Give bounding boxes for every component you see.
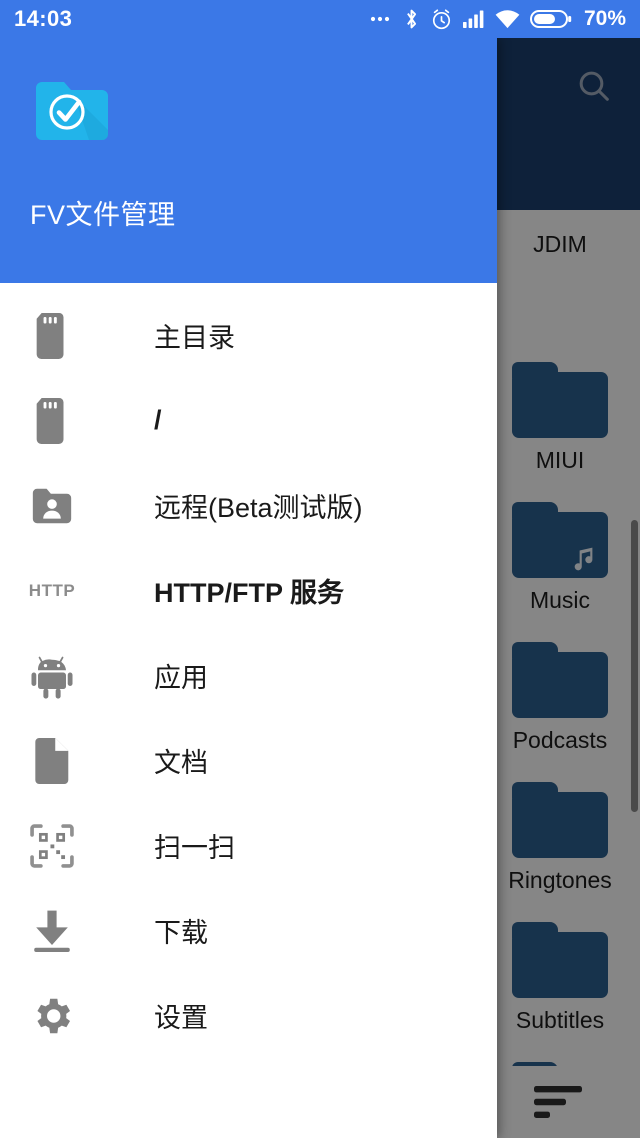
more-dots-icon <box>369 14 393 24</box>
android-robot-icon <box>28 652 76 700</box>
battery-icon <box>529 8 572 30</box>
sidebar-item-http-ftp[interactable]: HTTP HTTP/FTP 服务 <box>0 548 497 633</box>
folder-item[interactable]: Music <box>480 494 640 634</box>
folder-label: Podcasts <box>512 727 608 753</box>
folder-user-icon <box>28 482 76 530</box>
folder-item[interactable]: Podcasts <box>480 634 640 774</box>
http-text-icon: HTTP <box>28 580 76 600</box>
gear-icon <box>28 992 76 1040</box>
status-bar-clock: 14:03 <box>14 6 73 31</box>
sidebar-item-settings[interactable]: 设置 <box>0 973 497 1058</box>
sidebar-item-label: / <box>154 405 162 435</box>
vertical-scrollbar[interactable] <box>631 520 638 812</box>
sidebar-item-home-directory[interactable]: 主目录 <box>0 293 497 378</box>
signal-icon <box>462 9 485 29</box>
sidebar-item-label: HTTP/FTP 服务 <box>154 578 345 608</box>
sidebar-item-label: 主目录 <box>154 323 235 353</box>
status-bar-icons: 70% <box>369 7 626 31</box>
folder-icon <box>512 782 608 858</box>
status-bar: 14:03 70% <box>0 0 640 38</box>
document-icon <box>28 737 76 785</box>
folder-label: Music <box>529 587 591 613</box>
folder-item[interactable]: Subtitles <box>480 914 640 1054</box>
alarm-icon <box>430 8 453 31</box>
folder-icon <box>512 922 608 998</box>
folder-label: JDIM <box>533 231 587 257</box>
drawer-header: FV文件管理 <box>0 38 497 283</box>
sdcard-icon <box>28 312 76 360</box>
sidebar-item-label: 设置 <box>154 1003 208 1033</box>
fv-file-manager-icon <box>34 76 110 142</box>
drawer-menu-list: 主目录 / 远程(Beta测试版) HTTP HTTP/FTP 服务 应用 文档… <box>0 283 497 1058</box>
sidebar-item-label: 下载 <box>154 918 208 948</box>
sidebar-item-label: 远程(Beta测试版) <box>154 493 363 523</box>
app-title: FV文件管理 <box>30 200 176 230</box>
bluetooth-icon <box>403 7 420 31</box>
download-icon <box>28 907 76 955</box>
sidebar-item-root[interactable]: / <box>0 378 497 463</box>
sort-icon[interactable] <box>480 1080 640 1124</box>
folder-label: Subtitles <box>515 1007 605 1033</box>
folder-icon <box>512 642 608 718</box>
folder-item[interactable]: MIUI <box>480 354 640 494</box>
search-icon[interactable] <box>570 62 618 110</box>
sidebar-item-apps[interactable]: 应用 <box>0 633 497 718</box>
sidebar-item-label: 扫一扫 <box>154 833 235 863</box>
folder-icon <box>512 362 608 438</box>
folder-label: MIUI <box>535 447 585 473</box>
phone-screen: JDIM MIUI Music Podcasts Ringtones Subti… <box>0 0 640 1138</box>
sidebar-item-scan[interactable]: 扫一扫 <box>0 803 497 888</box>
sidebar-item-label: 应用 <box>154 663 208 693</box>
qr-scan-icon <box>28 822 76 870</box>
sidebar-item-label: 文档 <box>154 748 208 778</box>
sidebar-item-remote[interactable]: 远程(Beta测试版) <box>0 463 497 548</box>
music-note-icon <box>566 542 606 576</box>
folder-item[interactable]: JDIM <box>480 214 640 354</box>
folder-icon <box>512 502 608 578</box>
sdcard-icon <box>28 397 76 445</box>
battery-percent-label: 70% <box>583 7 626 30</box>
navigation-drawer: FV文件管理 主目录 / 远程(Beta测试版) HTTP HTTP/FTP 服… <box>0 38 497 1138</box>
sidebar-item-download[interactable]: 下载 <box>0 888 497 973</box>
wifi-icon <box>495 9 520 29</box>
folder-item[interactable]: Ringtones <box>480 774 640 914</box>
sidebar-item-documents[interactable]: 文档 <box>0 718 497 803</box>
folder-label: Ringtones <box>508 867 612 893</box>
